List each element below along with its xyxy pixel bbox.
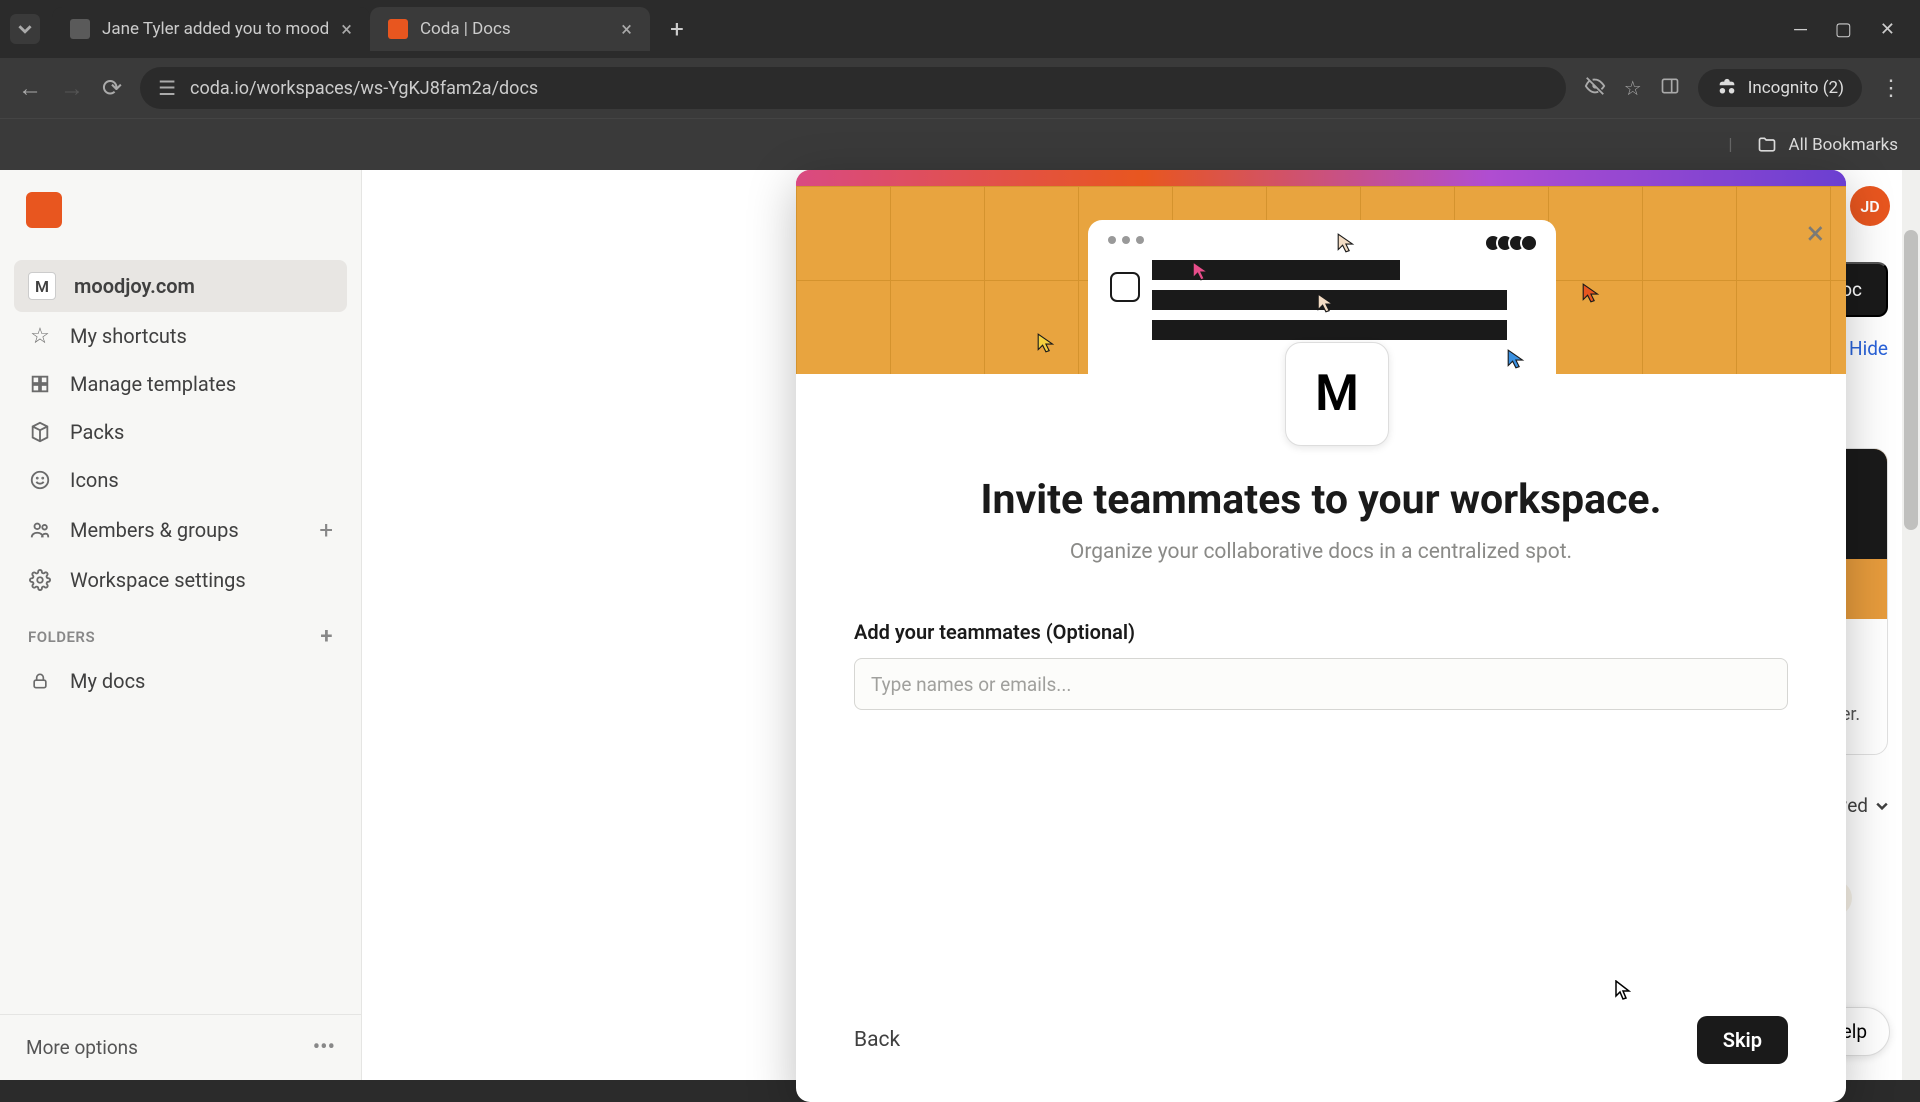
main-content: sources Gallery Pricing JD Templates + B… bbox=[362, 170, 1920, 1080]
sidebar-item-label: Icons bbox=[70, 468, 119, 492]
sidebar-footer[interactable]: More options ••• bbox=[0, 1014, 361, 1080]
sidebar-item-templates[interactable]: Manage templates bbox=[14, 360, 347, 408]
close-icon[interactable]: × bbox=[621, 17, 632, 41]
eye-off-icon[interactable] bbox=[1584, 75, 1606, 102]
more-icon[interactable]: ••• bbox=[313, 1035, 335, 1060]
incognito-icon bbox=[1716, 77, 1738, 99]
workspace-avatar: M bbox=[28, 272, 56, 300]
tab-active-coda[interactable]: Coda | Docs × bbox=[370, 7, 650, 51]
app-container: M moodjoy.com ☆ My shortcuts Manage temp… bbox=[0, 170, 1920, 1080]
sidebar-item-my-docs[interactable]: My docs bbox=[14, 657, 347, 705]
tab-title: Jane Tyler added you to mood bbox=[102, 19, 329, 39]
star-icon: ☆ bbox=[28, 324, 52, 348]
sidebar-item-label: My shortcuts bbox=[70, 324, 187, 348]
close-icon[interactable]: × bbox=[341, 17, 352, 41]
teammates-field-label: Add your teammates (Optional) bbox=[854, 620, 1788, 644]
bookmarks-bar: | All Bookmarks bbox=[0, 118, 1920, 170]
reload-icon[interactable]: ⟳ bbox=[102, 74, 122, 102]
modal-close-button[interactable]: × bbox=[1807, 214, 1824, 252]
cursor-icon bbox=[1336, 232, 1358, 254]
cursor-icon bbox=[1581, 282, 1603, 304]
sidebar-item-label: Packs bbox=[70, 420, 124, 444]
browser-address-bar: ← → ⟳ ☰ coda.io/workspaces/ws-YgKJ8fam2a… bbox=[0, 58, 1920, 118]
user-avatar[interactable]: JD bbox=[1850, 186, 1890, 226]
side-panel-icon[interactable] bbox=[1660, 76, 1680, 101]
bookmark-star-icon[interactable]: ☆ bbox=[1624, 76, 1642, 100]
sidebar-item-packs[interactable]: Packs bbox=[14, 408, 347, 456]
folder-icon bbox=[1757, 135, 1777, 155]
all-bookmarks-link[interactable]: All Bookmarks bbox=[1789, 135, 1898, 155]
smile-icon bbox=[28, 468, 52, 492]
tab-favicon-icon bbox=[70, 19, 90, 39]
skip-button[interactable]: Skip bbox=[1697, 1016, 1788, 1064]
folders-heading: FOLDERS + bbox=[14, 604, 347, 657]
back-button[interactable]: Back bbox=[854, 1028, 900, 1052]
new-tab-button[interactable]: + bbox=[662, 14, 692, 44]
url-text: coda.io/workspaces/ws-YgKJ8fam2a/docs bbox=[190, 78, 538, 99]
sidebar-item-members[interactable]: Members & groups + bbox=[14, 504, 347, 556]
cursor-icon bbox=[1316, 292, 1338, 314]
packs-icon bbox=[28, 420, 52, 444]
sidebar-item-shortcuts[interactable]: ☆ My shortcuts bbox=[14, 312, 347, 360]
sidebar: M moodjoy.com ☆ My shortcuts Manage temp… bbox=[0, 170, 362, 1080]
workspace-name: moodjoy.com bbox=[74, 274, 195, 298]
sidebar-item-label: My docs bbox=[70, 669, 145, 693]
invite-modal: M × Invite teammates to your workspace. … bbox=[796, 170, 1846, 1102]
url-bar[interactable]: ☰ coda.io/workspaces/ws-YgKJ8fam2a/docs bbox=[140, 67, 1566, 109]
sidebar-item-label: Members & groups bbox=[70, 518, 239, 542]
workspace-letter-badge: M bbox=[1285, 342, 1389, 446]
scrollbar-track[interactable] bbox=[1902, 170, 1920, 1080]
sidebar-item-icons[interactable]: Icons bbox=[14, 456, 347, 504]
sidebar-nav: M moodjoy.com ☆ My shortcuts Manage temp… bbox=[0, 250, 361, 1014]
app-logo[interactable] bbox=[0, 170, 361, 250]
tab-title: Coda | Docs bbox=[420, 19, 511, 39]
add-member-icon[interactable]: + bbox=[319, 516, 333, 544]
tabs-container: Jane Tyler added you to mood × Coda | Do… bbox=[52, 7, 692, 51]
tab-search-dropdown[interactable] bbox=[10, 14, 40, 44]
cursor-icon bbox=[1036, 332, 1058, 354]
maximize-icon[interactable]: ▢ bbox=[1835, 19, 1852, 40]
window-controls: ─ ▢ ✕ bbox=[1794, 19, 1910, 40]
chevron-down-icon bbox=[1876, 800, 1888, 812]
sidebar-item-label: Manage templates bbox=[70, 372, 236, 396]
browser-tab-strip: Jane Tyler added you to mood × Coda | Do… bbox=[0, 0, 1920, 58]
sidebar-item-workspace[interactable]: M moodjoy.com bbox=[14, 260, 347, 312]
minimize-icon[interactable]: ─ bbox=[1794, 19, 1807, 40]
lock-icon bbox=[28, 669, 52, 693]
site-info-icon[interactable]: ☰ bbox=[158, 76, 176, 100]
sidebar-item-label: Workspace settings bbox=[70, 568, 246, 592]
browser-menu-icon[interactable]: ⋮ bbox=[1880, 76, 1902, 101]
forward-icon: → bbox=[60, 74, 84, 103]
incognito-label: Incognito (2) bbox=[1748, 78, 1844, 98]
tab-inactive-jane[interactable]: Jane Tyler added you to mood × bbox=[52, 7, 370, 51]
modal-subtitle: Organize your collaborative docs in a ce… bbox=[854, 540, 1788, 564]
members-icon bbox=[28, 518, 52, 542]
incognito-badge[interactable]: Incognito (2) bbox=[1698, 69, 1862, 107]
add-folder-icon[interactable]: + bbox=[320, 624, 333, 649]
cursor-icon bbox=[1506, 348, 1528, 370]
gear-icon bbox=[28, 568, 52, 592]
template-icon bbox=[28, 372, 52, 396]
tab-favicon-icon bbox=[388, 19, 408, 39]
modal-title: Invite teammates to your workspace. bbox=[854, 476, 1788, 524]
scrollbar-thumb[interactable] bbox=[1904, 230, 1918, 530]
close-window-icon[interactable]: ✕ bbox=[1880, 19, 1895, 40]
modal-footer: Back Skip bbox=[796, 1016, 1846, 1102]
more-options-label: More options bbox=[26, 1036, 138, 1059]
teammates-input[interactable] bbox=[854, 658, 1788, 710]
cursor-icon bbox=[1191, 260, 1213, 282]
back-icon[interactable]: ← bbox=[18, 74, 42, 103]
sidebar-item-settings[interactable]: Workspace settings bbox=[14, 556, 347, 604]
